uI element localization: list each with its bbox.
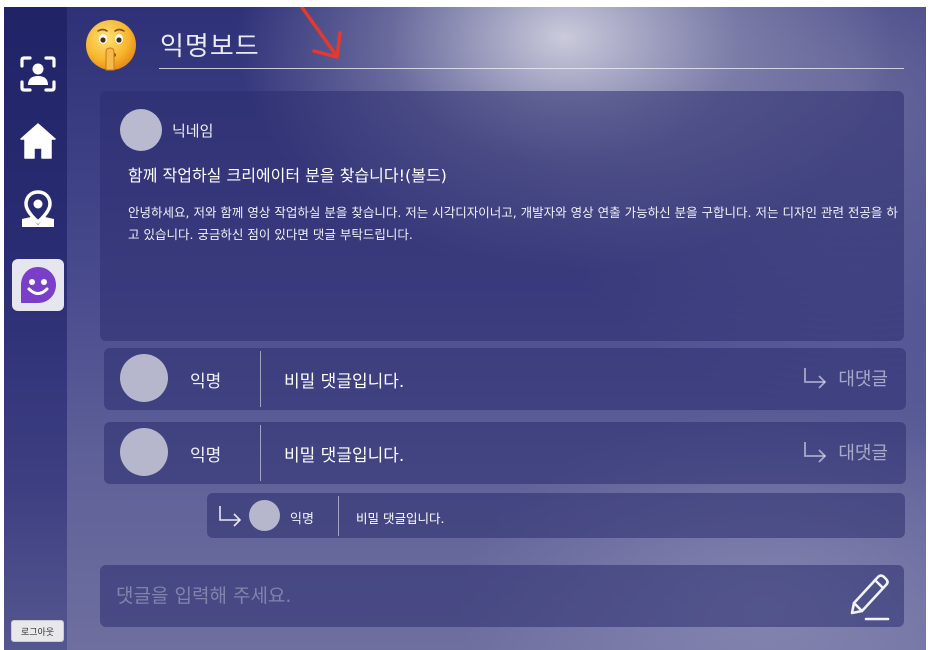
profile-scan-icon <box>20 56 56 92</box>
title-divider <box>159 68 904 69</box>
avatar <box>249 500 280 531</box>
avatar <box>120 109 162 151</box>
reply-button-label: 대댓글 <box>838 369 888 390</box>
reply-comment-item: 익명 비밀 댓글입니다. <box>207 493 905 538</box>
shushing-face-emoji-icon <box>86 20 136 71</box>
sidebar: 로그아웃 <box>4 7 67 650</box>
pencil-icon[interactable] <box>842 569 894 623</box>
avatar <box>120 354 168 402</box>
reply-arrow-icon <box>219 506 242 527</box>
comment-text: 비밀 댓글입니다. <box>284 446 405 466</box>
logout-button[interactable]: 로그아웃 <box>11 620 64 642</box>
comment-text: 비밀 댓글입니다. <box>284 372 405 392</box>
home-icon <box>20 123 56 159</box>
comment-author: 익명 <box>190 446 222 466</box>
annotation-arrow-icon <box>299 7 342 59</box>
divider <box>260 351 261 407</box>
post-card: 닉네임 함께 작업하실 크리에이터 분을 찾습니다!(볼드) 안녕하세요, 저와… <box>100 91 904 341</box>
sidebar-item-home[interactable] <box>12 115 64 167</box>
map-pin-icon <box>22 190 54 227</box>
reply-text: 비밀 댓글입니다. <box>356 511 445 526</box>
sidebar-item-profile[interactable] <box>12 48 64 100</box>
sidebar-item-board[interactable] <box>12 259 64 311</box>
avatar <box>120 428 168 476</box>
comment-item: 익명 비밀 댓글입니다. 대댓글 <box>104 422 906 484</box>
post-body: 안녕하세요, 저와 함께 영상 작업하실 분을 찾습니다. 저는 시각디자이너고… <box>128 205 898 242</box>
reply-arrow-icon <box>804 442 827 463</box>
post-title: 함께 작업하실 크리에이터 분을 찾습니다!(볼드) <box>128 166 447 185</box>
reply-button[interactable]: 대댓글 <box>802 365 888 391</box>
page-title: 익명보드 <box>160 32 260 62</box>
comment-item: 익명 비밀 댓글입니다. 대댓글 <box>104 348 906 410</box>
sidebar-item-map[interactable] <box>12 183 64 235</box>
smile-chat-icon <box>21 267 56 303</box>
comment-author: 익명 <box>190 372 222 392</box>
reply-arrow-icon <box>804 368 827 389</box>
divider <box>260 425 261 481</box>
comment-input[interactable] <box>116 577 816 615</box>
reply-button-label: 대댓글 <box>838 443 888 464</box>
reply-author: 익명 <box>290 512 314 527</box>
divider <box>338 496 339 536</box>
app-window: 로그아웃 익명보드 닉네임 함께 작업하실 크리에이터 분을 찾습니다!(볼드)… <box>4 7 926 650</box>
comment-composer <box>100 565 904 627</box>
reply-button[interactable]: 대댓글 <box>802 439 888 465</box>
post-author-nickname: 닉네임 <box>172 122 214 140</box>
